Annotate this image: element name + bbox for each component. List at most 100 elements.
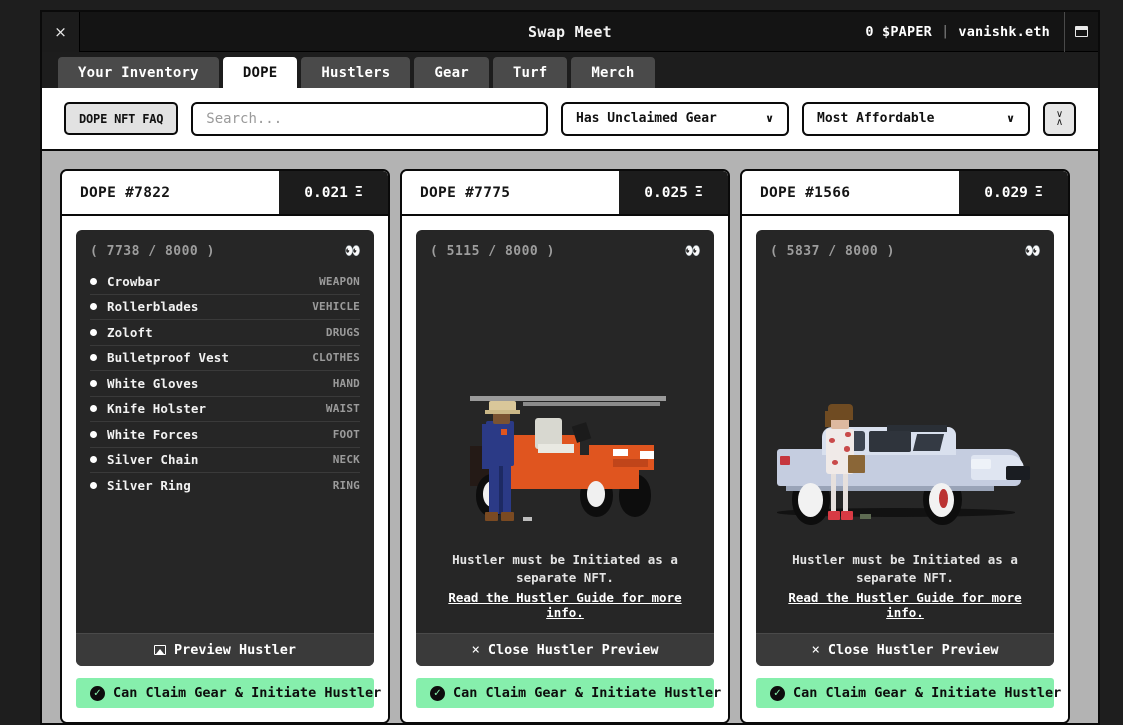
tab-merch[interactable]: Merch <box>571 57 655 88</box>
card-price: 0.025 Ξ <box>619 171 728 214</box>
close-icon: × <box>811 642 820 658</box>
dope-card[interactable]: DOPE #7822 0.021 Ξ ( 7738 / 8000 ) 👀 Cro… <box>60 169 390 723</box>
card-price: 0.029 Ξ <box>959 171 1068 214</box>
card-title[interactable]: DOPE #1566 <box>742 171 959 214</box>
hustler-guide-link[interactable]: Read the Hustler Guide for more info. <box>434 590 696 620</box>
list-item[interactable]: Knife Holster WAIST <box>90 397 360 422</box>
ethereum-icon: Ξ <box>354 185 363 200</box>
pixel-art-scene-jeep <box>416 269 714 551</box>
dope-results-grid-container[interactable]: DOPE #7822 0.021 Ξ ( 7738 / 8000 ) 👀 Cro… <box>42 151 1098 723</box>
note-line-2: separate NFT. <box>856 570 954 586</box>
bullet-icon <box>90 405 97 413</box>
item-name: Silver Chain <box>107 452 199 468</box>
status-badge-label: Can Claim Gear & Initiate Hustler <box>453 685 722 701</box>
eyes-icon[interactable]: 👀 <box>1025 245 1041 258</box>
list-item[interactable]: White Forces FOOT <box>90 422 360 448</box>
bullet-icon <box>90 328 97 336</box>
item-slot: HAND <box>332 376 360 390</box>
item-slot: DRUGS <box>325 325 360 339</box>
item-slot: RING <box>332 479 360 493</box>
card-panel: ( 5115 / 8000 ) 👀 Hustler must be Initia… <box>416 230 714 666</box>
filter-toolbar: DOPE NFT FAQ Has Unclaimed Gear ∨ Most A… <box>42 88 1098 151</box>
item-slot: CLOTHES <box>312 351 360 365</box>
hustler-preview-image <box>756 269 1054 551</box>
eyes-icon[interactable]: 👀 <box>685 245 701 258</box>
close-icon[interactable]: × <box>42 12 80 52</box>
item-name: Crowbar <box>107 273 161 289</box>
list-item[interactable]: White Gloves HAND <box>90 371 360 397</box>
card-header: DOPE #7822 0.021 Ξ <box>62 171 388 216</box>
hustler-initiation-note: Hustler must be Initiated as a separate … <box>756 551 1054 634</box>
list-item[interactable]: Silver Ring RING <box>90 473 360 499</box>
tab-hustlers[interactable]: Hustlers <box>301 57 411 88</box>
item-name: Zoloft <box>107 324 153 340</box>
tab-bar: Your Inventory DOPE Hustlers Gear Turf M… <box>42 52 1098 88</box>
note-line-2: separate NFT. <box>516 570 614 586</box>
panel-header: ( 5837 / 8000 ) 👀 <box>756 230 1054 269</box>
window-glyph <box>1075 26 1088 37</box>
price-value: 0.025 <box>644 184 688 201</box>
tab-turf[interactable]: Turf <box>492 57 568 88</box>
close-preview-label: Close Hustler Preview <box>487 642 659 658</box>
sort-direction-toggle[interactable]: ∨ ∧ <box>1043 101 1076 136</box>
tab-your-inventory[interactable]: Your Inventory <box>58 57 219 88</box>
item-name: White Forces <box>107 426 199 442</box>
card-body: ( 7738 / 8000 ) 👀 Crowbar WEAPON Rollerb… <box>62 216 388 722</box>
close-icon: × <box>471 642 480 658</box>
panel-header: ( 5115 / 8000 ) 👀 <box>416 230 714 269</box>
bullet-icon <box>90 456 97 464</box>
ethereum-icon: Ξ <box>694 185 703 200</box>
sort-select-value: Most Affordable <box>817 111 935 126</box>
dope-nft-faq-button[interactable]: DOPE NFT FAQ <box>64 102 179 135</box>
card-header: DOPE #1566 0.029 Ξ <box>742 171 1068 216</box>
bullet-icon <box>90 303 97 311</box>
item-name: Rollerblades <box>107 299 199 315</box>
item-slot: WEAPON <box>319 274 360 288</box>
dope-card[interactable]: DOPE #7775 0.025 Ξ ( 5115 / 8000 ) 👀 Hus… <box>400 169 730 723</box>
preview-hustler-label: Preview Hustler <box>174 642 296 658</box>
status-badge-label: Can Claim Gear & Initiate Hustler <box>113 685 382 701</box>
titlebar-right-group: 0 $PAPER | vanishk.eth <box>865 12 1098 52</box>
item-slot: FOOT <box>332 427 360 441</box>
card-title[interactable]: DOPE #7775 <box>402 171 619 214</box>
list-item[interactable]: Crowbar WEAPON <box>90 269 360 295</box>
hustler-guide-link[interactable]: Read the Hustler Guide for more info. <box>774 590 1036 620</box>
status-badge[interactable]: ✓ Can Claim Gear & Initiate Hustler <box>756 678 1061 708</box>
list-item[interactable]: Zoloft DRUGS <box>90 320 360 346</box>
item-slot: WAIST <box>325 402 360 416</box>
sort-select[interactable]: Most Affordable ∨ <box>802 101 1030 136</box>
item-name: Knife Holster <box>107 401 207 417</box>
chevron-down-icon: ∨ <box>1006 112 1015 125</box>
paper-balance: 0 $PAPER <box>865 23 932 40</box>
status-badge[interactable]: ✓ Can Claim Gear & Initiate Hustler <box>416 678 721 708</box>
item-name: Bulletproof Vest <box>107 350 230 366</box>
maximize-icon[interactable] <box>1064 12 1098 52</box>
wallet-address[interactable]: vanishk.eth <box>958 24 1050 40</box>
search-input[interactable] <box>191 101 548 136</box>
status-badge-label: Can Claim Gear & Initiate Hustler <box>793 685 1062 701</box>
check-circle-icon: ✓ <box>90 685 105 701</box>
preview-hustler-button[interactable]: Preview Hustler <box>76 633 374 666</box>
close-hustler-preview-button[interactable]: × Close Hustler Preview <box>756 633 1054 666</box>
bullet-icon <box>90 354 97 362</box>
close-hustler-preview-button[interactable]: × Close Hustler Preview <box>416 633 714 666</box>
tab-gear[interactable]: Gear <box>414 57 489 88</box>
eyes-icon[interactable]: 👀 <box>345 245 361 258</box>
list-item[interactable]: Rollerblades VEHICLE <box>90 295 360 320</box>
rank-label: ( 7738 / 8000 ) <box>90 244 215 259</box>
list-item[interactable]: Silver Chain NECK <box>90 448 360 473</box>
price-value: 0.021 <box>304 184 348 201</box>
vertical-scrollbar[interactable] <box>1088 151 1096 723</box>
gear-filter-select[interactable]: Has Unclaimed Gear ∨ <box>561 101 789 136</box>
close-preview-label: Close Hustler Preview <box>827 642 999 658</box>
swap-meet-window: × Swap Meet 0 $PAPER | vanishk.eth Your … <box>40 10 1100 725</box>
chevron-up-icon: ∧ <box>1055 116 1064 128</box>
list-item[interactable]: Bulletproof Vest CLOTHES <box>90 346 360 371</box>
chevron-down-icon: ∨ <box>765 112 774 125</box>
dope-card-grid: DOPE #7822 0.021 Ξ ( 7738 / 8000 ) 👀 Cro… <box>60 169 1084 723</box>
card-title[interactable]: DOPE #7822 <box>62 171 279 214</box>
tab-dope[interactable]: DOPE <box>222 57 298 88</box>
dope-card[interactable]: DOPE #1566 0.029 Ξ ( 5837 / 8000 ) 👀 Hus… <box>740 169 1070 723</box>
rank-label: ( 5837 / 8000 ) <box>770 244 895 259</box>
status-badge[interactable]: ✓ Can Claim Gear & Initiate Hustler <box>76 678 381 708</box>
